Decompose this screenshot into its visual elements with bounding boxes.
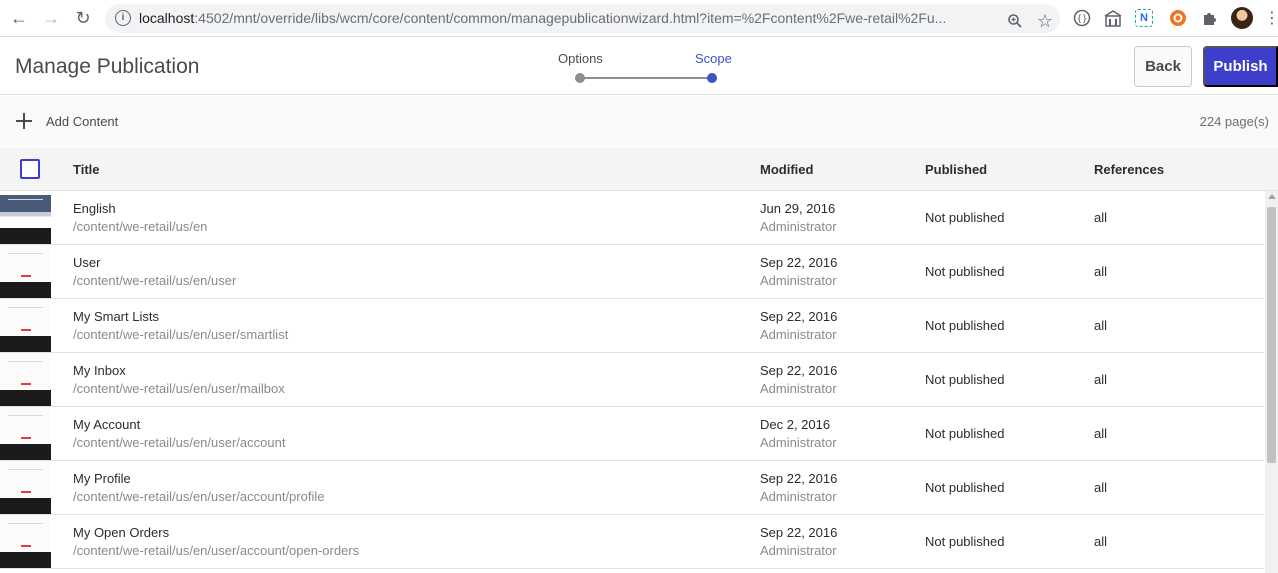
- row-title: My Profile: [73, 471, 131, 486]
- row-modified-date: Sep 22, 2016: [760, 525, 838, 540]
- page-thumbnail[interactable]: [0, 299, 51, 352]
- back-button[interactable]: Back: [1134, 46, 1192, 87]
- profile-avatar[interactable]: [1231, 7, 1253, 29]
- reload-icon[interactable]: ↻: [70, 5, 96, 31]
- table-body: English /content/we-retail/us/en Jun 29,…: [0, 191, 1264, 573]
- browser-menu-icon[interactable]: ⋮: [1264, 8, 1278, 28]
- table-row[interactable]: My Account /content/we-retail/us/en/user…: [0, 407, 1264, 461]
- extension-n-icon[interactable]: N: [1135, 9, 1153, 27]
- row-modified-date: Sep 22, 2016: [760, 363, 838, 378]
- row-modified-date: Jun 29, 2016: [760, 201, 836, 216]
- page-thumbnail[interactable]: [0, 191, 51, 244]
- row-modified-by: Administrator: [760, 489, 837, 504]
- page-count: 224 page(s): [1199, 114, 1269, 129]
- scrollbar-thumb[interactable]: [1267, 207, 1276, 463]
- page-thumbnail[interactable]: [0, 245, 51, 298]
- url-text[interactable]: localhost:4502/mnt/override/libs/wcm/cor…: [139, 10, 989, 26]
- row-references[interactable]: all: [1094, 372, 1107, 387]
- row-modified-date: Sep 22, 2016: [760, 255, 838, 270]
- column-header-published[interactable]: Published: [925, 162, 987, 177]
- table-scrollbar[interactable]: [1265, 191, 1278, 573]
- table-row[interactable]: My Inbox /content/we-retail/us/en/user/m…: [0, 353, 1264, 407]
- step-connector: [584, 77, 708, 79]
- row-published-status: Not published: [925, 426, 1005, 441]
- step-options-label[interactable]: Options: [558, 51, 603, 66]
- row-published-status: Not published: [925, 534, 1005, 549]
- site-info-icon[interactable]: i: [115, 10, 131, 26]
- row-modified-by: Administrator: [760, 219, 837, 234]
- scroll-up-arrow-icon[interactable]: [1268, 194, 1276, 199]
- row-title: My Inbox: [73, 363, 126, 378]
- column-header-references[interactable]: References: [1094, 162, 1164, 177]
- extensions-puzzle-icon[interactable]: [1199, 7, 1221, 29]
- step-options-dot[interactable]: [575, 73, 585, 83]
- content-toolbar: Add Content 224 page(s): [0, 96, 1278, 148]
- row-references[interactable]: all: [1094, 534, 1107, 549]
- row-published-status: Not published: [925, 264, 1005, 279]
- row-references[interactable]: all: [1094, 426, 1107, 441]
- svg-text:{}: {}: [1077, 15, 1088, 25]
- zoom-icon[interactable]: [1002, 8, 1028, 34]
- extension-braces-icon[interactable]: {}: [1071, 7, 1093, 29]
- extension-orange-icon[interactable]: [1167, 7, 1189, 29]
- step-scope-label[interactable]: Scope: [695, 51, 732, 66]
- row-modified-date: Sep 22, 2016: [760, 309, 838, 324]
- table-row[interactable]: My Open Orders /content/we-retail/us/en/…: [0, 515, 1264, 569]
- table-row[interactable]: My Smart Lists /content/we-retail/us/en/…: [0, 299, 1264, 353]
- row-path: /content/we-retail/us/en/user: [73, 273, 237, 288]
- extension-building-icon[interactable]: [1102, 7, 1124, 29]
- page-thumbnail[interactable]: [0, 353, 51, 406]
- row-published-status: Not published: [925, 372, 1005, 387]
- select-all-checkbox[interactable]: [20, 159, 40, 179]
- page-thumbnail[interactable]: [0, 515, 51, 568]
- address-bar[interactable]: i localhost:4502/mnt/override/libs/wcm/c…: [105, 4, 1060, 33]
- row-title: My Smart Lists: [73, 309, 159, 324]
- column-header-title[interactable]: Title: [73, 162, 100, 177]
- table-row[interactable]: My Profile /content/we-retail/us/en/user…: [0, 461, 1264, 515]
- browser-toolbar: ← → ↻ i localhost:4502/mnt/override/libs…: [0, 0, 1278, 37]
- table-row[interactable]: User /content/we-retail/us/en/user Sep 2…: [0, 245, 1264, 299]
- row-path: /content/we-retail/us/en/user/mailbox: [73, 381, 285, 396]
- row-title: My Account: [73, 417, 141, 432]
- row-references[interactable]: all: [1094, 210, 1107, 225]
- row-published-status: Not published: [925, 210, 1005, 225]
- add-icon[interactable]: [16, 113, 32, 129]
- row-path: /content/we-retail/us/en: [73, 219, 208, 234]
- row-title: English: [73, 201, 116, 216]
- row-path: /content/we-retail/us/en/user/account/pr…: [73, 489, 325, 504]
- row-references[interactable]: all: [1094, 318, 1107, 333]
- add-content-button[interactable]: Add Content: [46, 114, 118, 129]
- row-path: /content/we-retail/us/en/user/account: [73, 435, 286, 450]
- row-published-status: Not published: [925, 318, 1005, 333]
- page-title: Manage Publication: [15, 55, 200, 78]
- step-scope-dot[interactable]: [707, 73, 717, 83]
- row-path: /content/we-retail/us/en/user/smartlist: [73, 327, 289, 342]
- back-arrow-icon[interactable]: ←: [6, 5, 32, 31]
- bookmark-star-icon[interactable]: ☆: [1032, 8, 1058, 34]
- row-published-status: Not published: [925, 480, 1005, 495]
- row-references[interactable]: all: [1094, 480, 1107, 495]
- row-path: /content/we-retail/us/en/user/account/op…: [73, 543, 360, 558]
- publish-button[interactable]: Publish: [1203, 46, 1278, 87]
- wizard-header: Manage Publication Options Scope Back Pu…: [0, 38, 1278, 95]
- row-modified-date: Dec 2, 2016: [760, 417, 831, 432]
- row-modified-by: Administrator: [760, 435, 837, 450]
- row-title: My Open Orders: [73, 525, 170, 540]
- row-modified-by: Administrator: [760, 327, 837, 342]
- row-modified-date: Sep 22, 2016: [760, 471, 838, 486]
- row-references[interactable]: all: [1094, 264, 1107, 279]
- row-title: User: [73, 255, 101, 270]
- row-modified-by: Administrator: [760, 381, 837, 396]
- row-modified-by: Administrator: [760, 543, 837, 558]
- column-header-modified[interactable]: Modified: [760, 162, 813, 177]
- table-header: Title Modified Published References: [0, 148, 1278, 191]
- page-thumbnail[interactable]: [0, 461, 51, 514]
- forward-arrow-icon[interactable]: →: [38, 5, 64, 31]
- table-row[interactable]: English /content/we-retail/us/en Jun 29,…: [0, 191, 1264, 245]
- row-modified-by: Administrator: [760, 273, 837, 288]
- page-thumbnail[interactable]: [0, 407, 51, 460]
